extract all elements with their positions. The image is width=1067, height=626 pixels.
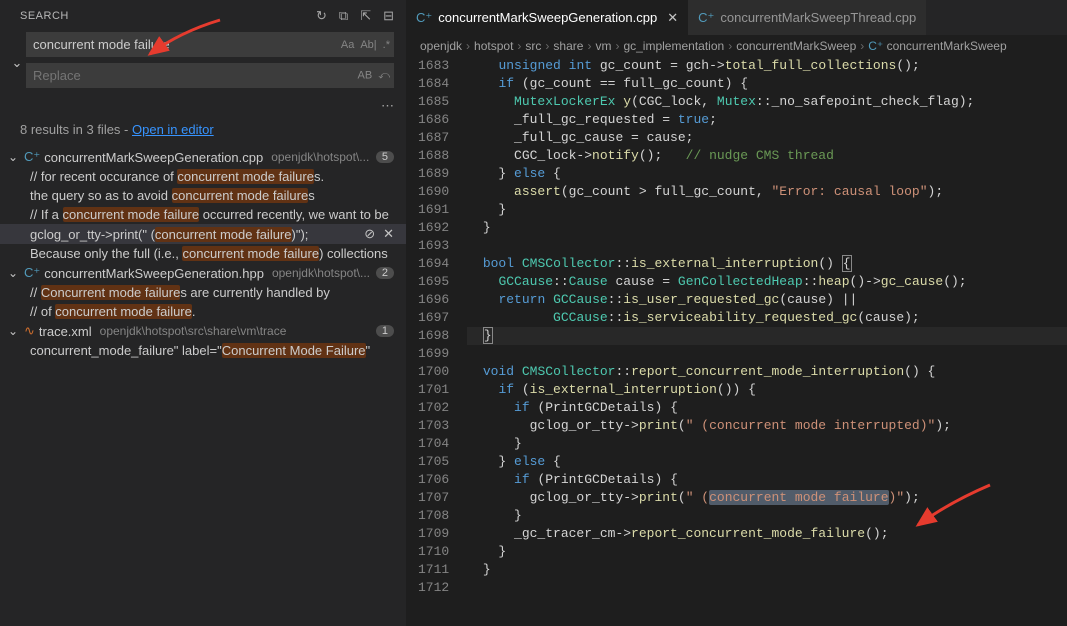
match-line[interactable]: // Concurrent mode failures are currentl… [0,283,406,302]
editor-tabs: C⁺ concurrentMarkSweepGeneration.cpp ✕ C⁺ co… [406,0,1067,35]
breadcrumb-item[interactable]: vm [595,39,611,53]
close-tab-icon[interactable]: ✕ [667,10,678,26]
file-path: openjdk\hotspot\src\share\vm\trace [100,324,372,338]
match-case-icon[interactable]: Aa [341,39,354,51]
match-line[interactable]: // of concurrent mode failure. [0,302,406,321]
editor-tab[interactable]: C⁺ concurrentMarkSweepGeneration.cpp ✕ [406,0,688,35]
match-line[interactable]: the query so as to avoid concurrent mode… [0,186,406,205]
match-line[interactable]: // for recent occurance of concurrent mo… [0,167,406,186]
match-count-badge: 2 [376,267,394,279]
search-header-actions: ↻ ⧉ ⇱ ⊟ [316,8,394,24]
clear-icon[interactable]: ⧉ [339,8,348,24]
new-file-icon[interactable]: ⇱ [360,8,371,24]
search-body: ⌄ Aa Ab| .* AB ⤺ [0,28,406,98]
collapse-all-icon[interactable]: ⊟ [383,8,394,24]
toggle-replace-icon[interactable]: ⌄ [8,32,26,94]
refresh-icon[interactable]: ↻ [316,8,327,24]
open-in-editor-link[interactable]: Open in editor [132,122,214,137]
search-sidebar: SEARCH ↻ ⧉ ⇱ ⊟ ⌄ Aa Ab| .* AB ⤺ [0,0,406,626]
results-summary: 8 results in 3 files - Open in editor [0,114,406,147]
editor-area: C⁺ concurrentMarkSweepGeneration.cpp ✕ C⁺ co… [406,0,1067,626]
cpp-file-icon: C⁺ [698,10,714,26]
match-line[interactable]: gclog_or_tty->print(" (concurrent mode f… [0,224,406,244]
match-line[interactable]: // If a concurrent mode failure occurred… [0,205,406,224]
code-editor[interactable]: 1683168416851686168716881689169016911692… [406,57,1067,626]
tab-label: concurrentMarkSweepThread.cpp [720,10,916,25]
match-line[interactable]: Because only the full (i.e., concurrent … [0,244,406,263]
regex-icon[interactable]: .* [383,39,390,51]
file-path: openjdk\hotspot\... [272,266,372,280]
search-title: SEARCH [20,10,316,22]
match-word-icon[interactable]: Ab| [360,39,376,51]
search-header: SEARCH ↻ ⧉ ⇱ ⊟ [0,0,406,28]
file-name: concurrentMarkSweepGeneration.cpp [44,150,263,165]
chevron-down-icon: ⌄ [8,266,20,280]
breadcrumb-item[interactable]: openjdk [420,39,462,53]
close-icon[interactable]: ✕ [383,226,394,242]
gutter: 1683168416851686168716881689169016911692… [406,57,467,626]
breadcrumb-item[interactable]: C⁺ concurrentMarkSweep [868,39,1006,53]
toggle-details-icon[interactable]: ⋯ [381,98,394,114]
match-count-badge: 5 [376,151,394,163]
file-name: trace.xml [39,324,92,339]
search-input[interactable] [26,32,394,57]
file-name: concurrentMarkSweepGeneration.hpp [44,266,264,281]
cpp-file-icon: C⁺ [24,149,40,165]
breadcrumb-item[interactable]: hotspot [474,39,513,53]
breadcrumb-item[interactable]: src [525,39,541,53]
replace-all-icon[interactable]: ⤺ [378,69,390,82]
breadcrumb-item[interactable]: gc_implementation [623,39,724,53]
rss-file-icon: ∿ [24,323,35,339]
breadcrumb-item[interactable]: concurrentMarkSweep [736,39,856,53]
breadcrumb[interactable]: openjdk›hotspot›src›share›vm›gc_implemen… [406,35,1067,57]
breadcrumb-item[interactable]: share [553,39,583,53]
cpp-file-icon: C⁺ [416,10,432,26]
file-node[interactable]: ⌄ C⁺ concurrentMarkSweepGeneration.cpp o… [0,147,406,167]
match-count-badge: 1 [376,325,394,337]
file-node[interactable]: ⌄ C⁺ concurrentMarkSweepGeneration.hpp o… [0,263,406,283]
tab-label: concurrentMarkSweepGeneration.cpp [438,10,657,25]
cpp-file-icon: C⁺ [24,265,40,281]
match-line[interactable]: concurrent_mode_failure" label="Concurre… [0,341,406,360]
results-tree[interactable]: ⌄ C⁺ concurrentMarkSweepGeneration.cpp o… [0,147,406,626]
replace-input[interactable] [26,63,394,88]
preserve-case-icon[interactable]: AB [358,69,373,82]
dismiss-icon[interactable]: ⊘ [364,226,375,242]
file-path: openjdk\hotspot\... [271,150,372,164]
code-lines[interactable]: unsigned int gc_count = gch->total_full_… [467,57,1067,626]
chevron-down-icon: ⌄ [8,150,20,164]
chevron-down-icon: ⌄ [8,324,20,338]
editor-tab[interactable]: C⁺ concurrentMarkSweepThread.cpp [688,0,926,35]
file-node[interactable]: ⌄ ∿ trace.xml openjdk\hotspot\src\share\… [0,321,406,341]
